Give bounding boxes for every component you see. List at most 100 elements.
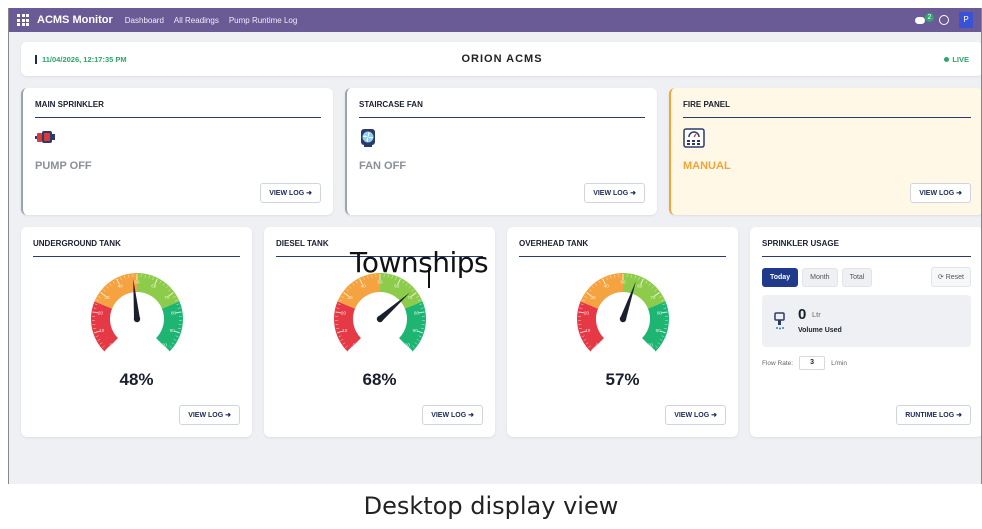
chat-badge: 2: [925, 13, 934, 22]
avatar[interactable]: P: [959, 12, 973, 28]
gauge-tick-label: 90: [169, 328, 175, 333]
volume-box: 0 Ltr Volume Used: [762, 295, 971, 347]
volume-unit: Ltr: [812, 310, 821, 319]
usage-tabs: Today Month Total ⟳ Reset: [762, 267, 971, 287]
apps-grid-icon[interactable]: [17, 14, 29, 26]
gauge-tick-label: 70: [650, 295, 656, 300]
gauge-band: [94, 273, 137, 309]
view-log-button[interactable]: VIEW LOG ➜: [260, 183, 321, 203]
pump-state: PUMP OFF: [35, 160, 92, 172]
app-frame: ACMS Monitor Dashboard All Readings Pump…: [8, 8, 982, 484]
view-log-button[interactable]: VIEW LOG ➜: [665, 405, 726, 425]
view-log-button[interactable]: VIEW LOG ➜: [584, 183, 645, 203]
flow-rate-input[interactable]: 3: [799, 356, 826, 370]
gauge-band: [90, 301, 118, 352]
gauge-hub: [619, 315, 626, 323]
clock-icon[interactable]: [939, 15, 949, 25]
text-cursor: [428, 268, 430, 288]
gauge-tick-label: 20: [583, 311, 589, 316]
flow-rate-label: Flow Rate:: [762, 359, 794, 367]
gauge-tick-label: 30: [590, 295, 596, 300]
gauge-hub: [376, 315, 383, 323]
tab-total[interactable]: Total: [841, 267, 873, 287]
tank-gauge: 0102030405060708090100: [333, 273, 426, 352]
caption: Desktop display view: [363, 492, 619, 520]
gauge-tick-label: 80: [414, 311, 420, 316]
gauge-tick-label: 70: [407, 295, 413, 300]
gauge-tick-label: 70: [164, 295, 170, 300]
gauge-tick-label: 80: [171, 311, 177, 316]
gauge-tick-label: 50: [377, 280, 383, 285]
underground-tank-card: UNDERGROUND TANK 0 10 20 30 40 50 60 70 80 90 100 …: [21, 227, 252, 437]
reset-button[interactable]: ⟳ Reset: [930, 267, 971, 287]
gauge-hub: [133, 315, 140, 323]
card-title: STAIRCASE FAN: [359, 100, 645, 118]
tank-gauge: 0102030405060708090100: [576, 273, 669, 352]
gauge-tick-label: 20: [97, 311, 103, 316]
card-title: OVERHEAD TANK: [519, 239, 726, 257]
card-title: MAIN SPRINKLER: [35, 100, 321, 118]
gauge-band: [576, 301, 604, 352]
tank-percent: 48%: [119, 370, 154, 389]
control-panel-icon: [683, 128, 971, 148]
gauge-tick-label: 60: [151, 284, 157, 289]
gauge-tick-label: 50: [620, 280, 626, 285]
view-log-button[interactable]: VIEW LOG ➜: [910, 183, 971, 203]
gauge-tick-label: 40: [360, 284, 366, 289]
gauge-tick-label: 60: [394, 284, 400, 289]
sprinkler-usage-card: SPRINKLER USAGE Today Month Total ⟳ Rese…: [750, 227, 981, 437]
tank-percent: 57%: [605, 370, 640, 389]
gauge-tick-label: 100: [159, 343, 167, 348]
gauge-tick-label: 30: [104, 295, 110, 300]
gauge-band: [136, 273, 179, 309]
nav-right: 2 P: [915, 12, 973, 28]
app-brand[interactable]: ACMS Monitor: [37, 14, 113, 26]
top-nav: ACMS Monitor Dashboard All Readings Pump…: [9, 8, 981, 32]
gauge-tick-label: 60: [637, 284, 643, 289]
volume-value: 0: [798, 306, 807, 323]
tank-percent: 68%: [362, 370, 397, 389]
view-log-button[interactable]: VIEW LOG ➜: [179, 405, 240, 425]
staircase-fan-card: STAIRCASE FAN FAN OFF VIEW LOG ➜: [345, 88, 657, 215]
panel-state: MANUAL: [683, 160, 731, 172]
fan-state: FAN OFF: [359, 160, 407, 172]
gauge-tick-label: 40: [603, 284, 609, 289]
gauge-tick-label: 10: [99, 328, 105, 333]
status-bar: 11/04/2026, 12:17:35 PM ORION ACMS LIVE: [21, 42, 981, 76]
tab-month[interactable]: Month: [802, 267, 838, 287]
tank-gauge: 0102030405060708090100: [90, 273, 183, 352]
sprinkler-icon: [774, 312, 785, 330]
nav-all-readings[interactable]: All Readings: [174, 16, 219, 25]
gauge-tick-label: 100: [645, 343, 653, 348]
card-title: FIRE PANEL: [683, 100, 971, 118]
nav-dashboard[interactable]: Dashboard: [125, 16, 164, 25]
runtime-log-button[interactable]: RUNTIME LOG ➜: [896, 405, 971, 425]
gauge-tick-label: 50: [134, 280, 140, 285]
gauge-tick-label: 20: [340, 311, 346, 316]
overlay-label: Townships: [350, 246, 489, 279]
gauge-band: [333, 301, 361, 352]
nav-pump-runtime-log[interactable]: Pump Runtime Log: [229, 16, 297, 25]
chat-icon[interactable]: 2: [915, 13, 934, 26]
volume-label: Volume Used: [798, 327, 842, 334]
gauge-tick-label: 90: [412, 328, 418, 333]
flow-rate-row: Flow Rate: 3 L/min: [762, 356, 971, 370]
gauge-tick-label: 10: [342, 328, 348, 333]
pump-icon: [35, 128, 321, 148]
gauge-tick-label: 40: [117, 284, 123, 289]
card-title: SPRINKLER USAGE: [762, 239, 971, 257]
main-sprinkler-card: MAIN SPRINKLER PUMP OFF VIEW LOG ➜: [21, 88, 333, 215]
card-title: UNDERGROUND TANK: [33, 239, 240, 257]
gauge-tick-label: 100: [402, 343, 410, 348]
view-log-button[interactable]: VIEW LOG ➜: [422, 405, 483, 425]
fire-panel-card: FIRE PANEL MANUAL VIEW LOG ➜: [669, 88, 981, 215]
fan-icon: [359, 128, 645, 148]
gauge-tick-label: 90: [655, 328, 661, 333]
overhead-tank-card: OVERHEAD TANK 0 10 20 30 40 50 60 70 80 90 100 57%…: [507, 227, 738, 437]
gauge-tick-label: 80: [657, 311, 663, 316]
gauge-tick-label: 10: [585, 328, 591, 333]
tab-today[interactable]: Today: [762, 267, 799, 287]
page-title: ORION ACMS: [461, 53, 543, 65]
gauge-band: [580, 273, 623, 309]
gauge-tick-label: 30: [347, 295, 353, 300]
